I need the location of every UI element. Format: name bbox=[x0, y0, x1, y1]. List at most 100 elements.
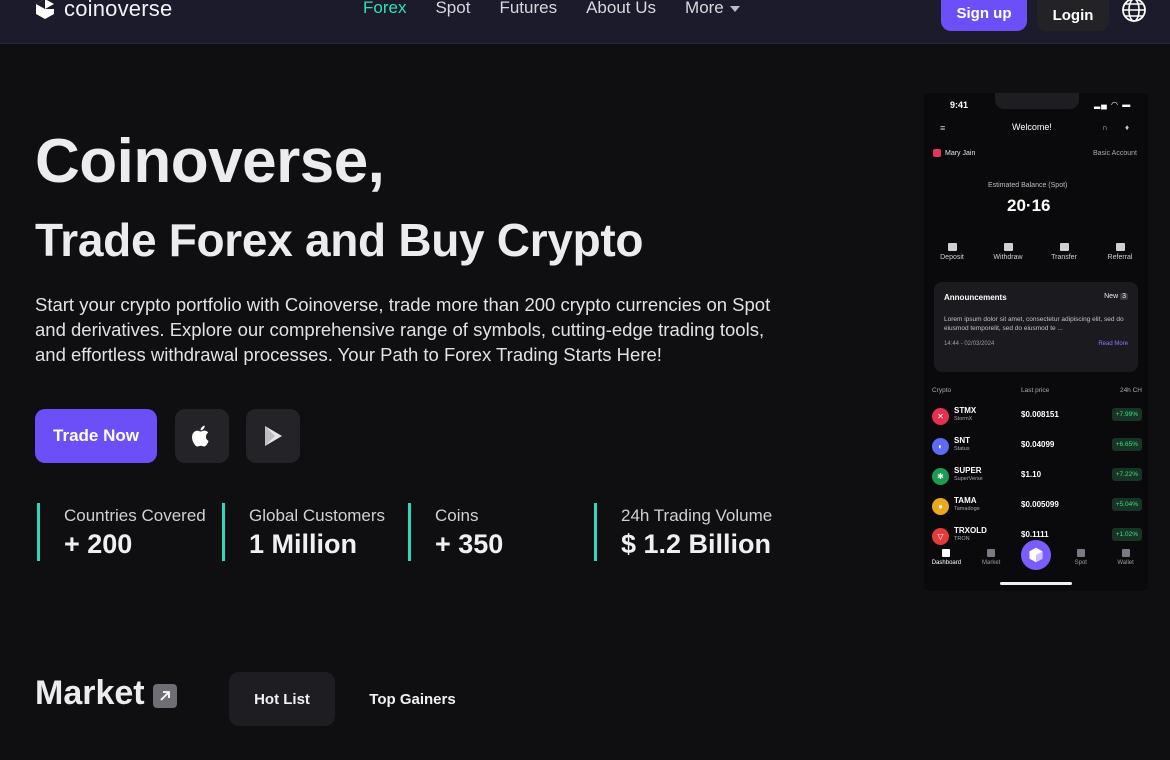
menu-icon: ≡ bbox=[940, 123, 946, 133]
coin-symbol: TRXOLD bbox=[954, 526, 987, 535]
market-heading[interactable]: Market bbox=[35, 674, 177, 713]
tab-dashboard: Dashboard bbox=[924, 549, 969, 566]
arrow-up-right-icon bbox=[152, 683, 177, 708]
user-avatar-icon bbox=[933, 149, 941, 157]
coin-change-badge: +5.04% bbox=[1111, 498, 1142, 511]
tab-top-gainers[interactable]: Top Gainers bbox=[355, 672, 470, 726]
coin-symbol: STMX bbox=[954, 406, 977, 415]
nav-futures[interactable]: Futures bbox=[499, 0, 557, 18]
main-nav: Forex Spot Futures About Us More bbox=[363, 0, 740, 18]
col-24h-change: 24h CH bbox=[1119, 387, 1142, 394]
market-title: Market bbox=[35, 674, 145, 712]
stat-volume: 24h Trading Volume $ 1.2 Billion bbox=[594, 503, 772, 561]
dashboard-icon bbox=[942, 549, 951, 557]
phone-user-name: Mary Jain bbox=[945, 149, 976, 157]
coin-icon: ✱ bbox=[932, 468, 949, 485]
stat-value: + 200 bbox=[64, 529, 133, 559]
google-play-icon bbox=[265, 426, 282, 446]
nav-more[interactable]: More bbox=[685, 0, 740, 18]
stat-label: 24h Trading Volume bbox=[621, 506, 773, 525]
action-label: Deposit bbox=[940, 254, 964, 261]
stat-label: Coins bbox=[435, 506, 479, 525]
action-label: Transfer bbox=[1051, 254, 1077, 261]
brand-logo[interactable]: coinoverse bbox=[34, 0, 172, 22]
announcements-card: Announcements New 3 Lorem ipsum dolor si… bbox=[934, 282, 1138, 372]
app-store-button[interactable] bbox=[175, 409, 229, 463]
phone-mockup: 9:41 ▂▄ ◠ ▬ ≡ Welcome! ∩ ♦ Mary Jain Bas… bbox=[924, 93, 1148, 591]
balance-label: Estimated Balance (Spot) bbox=[988, 182, 1068, 189]
coin-symbol: TAMA bbox=[954, 496, 977, 505]
tab-wallet: Wallet bbox=[1103, 549, 1148, 566]
signup-button[interactable]: Sign up bbox=[941, 0, 1027, 31]
center-action-cube-icon bbox=[1021, 540, 1051, 570]
coin-name: Tamadoge bbox=[954, 506, 980, 512]
new-label: New bbox=[1104, 293, 1119, 300]
home-indicator bbox=[1000, 582, 1072, 585]
tab-spot: Spot bbox=[1058, 549, 1103, 566]
nav-forex[interactable]: Forex bbox=[363, 0, 406, 18]
coin-change-badge: +7.99% bbox=[1111, 408, 1142, 421]
chevron-down-icon bbox=[729, 6, 740, 12]
coin-change-badge: +1.02% bbox=[1111, 528, 1142, 541]
referral-icon bbox=[1115, 243, 1125, 251]
announcement-date: 14:44 - 02/03/2024 bbox=[944, 341, 995, 347]
crypto-row: ● TAMA Tamadoge $0.005099 +5.04% bbox=[932, 494, 1142, 518]
crypto-row: ✕ STMX StormX $0.008151 +7.99% bbox=[932, 404, 1142, 428]
tab-label: Market bbox=[982, 560, 1001, 566]
phone-user: Mary Jain bbox=[933, 149, 975, 157]
announcement-body: Lorem ipsum dolor sit amet, consectetur … bbox=[944, 316, 1124, 332]
tab-hot-list[interactable]: Hot List bbox=[229, 672, 335, 726]
phone-time: 9:41 bbox=[950, 100, 969, 110]
tab-market: Market bbox=[969, 549, 1014, 566]
coin-name: SuperVerse bbox=[954, 476, 983, 482]
hero-subtitle: Trade Forex and Buy Crypto bbox=[35, 214, 644, 266]
transfer-action: Transfer bbox=[1036, 243, 1092, 261]
stat-value: 1 Million bbox=[249, 529, 357, 559]
nav-spot[interactable]: Spot bbox=[435, 0, 470, 18]
hero-description: Start your crypto portfolio with Coinove… bbox=[35, 294, 771, 365]
top-navbar: coinoverse Forex Spot Futures About Us M… bbox=[0, 0, 1170, 44]
wallet-icon bbox=[1121, 549, 1130, 557]
coin-change-badge: +7.22% bbox=[1111, 468, 1142, 481]
col-crypto: Crypto bbox=[932, 387, 952, 394]
stat-label: Countries Covered bbox=[64, 506, 206, 525]
stat-label: Global Customers bbox=[249, 506, 386, 525]
deposit-action: Deposit bbox=[924, 243, 980, 261]
action-label: Withdraw bbox=[993, 254, 1023, 261]
new-count-badge: 3 bbox=[1120, 293, 1128, 300]
bell-icon: ♦ bbox=[1125, 123, 1130, 132]
tab-label: Dashboard bbox=[931, 560, 962, 566]
coin-price: $0.008151 bbox=[1021, 410, 1059, 419]
market-icon bbox=[987, 549, 996, 557]
spot-icon bbox=[1076, 549, 1085, 557]
coin-price: $1.10 bbox=[1021, 470, 1042, 479]
stat-customers: Global Customers 1 Million bbox=[222, 503, 385, 561]
login-button[interactable]: Login bbox=[1037, 0, 1109, 31]
stat-coins: Coins + 350 bbox=[408, 503, 503, 561]
nav-about-us[interactable]: About Us bbox=[586, 0, 656, 18]
deposit-icon bbox=[947, 243, 957, 251]
coin-name: TRON bbox=[954, 536, 970, 542]
trade-now-button[interactable]: Trade Now bbox=[35, 409, 157, 463]
stat-countries: Countries Covered + 200 bbox=[37, 503, 206, 561]
phone-actions: Deposit Withdraw Transfer Referral bbox=[924, 243, 1148, 261]
phone-notch bbox=[995, 93, 1079, 109]
transfer-icon bbox=[1059, 243, 1069, 251]
nav-more-label: More bbox=[685, 0, 724, 17]
google-play-button[interactable] bbox=[246, 409, 300, 463]
globe-icon[interactable] bbox=[1121, 0, 1147, 23]
balance-value: 20·16 bbox=[1007, 196, 1051, 215]
coin-symbol: SUPER bbox=[954, 466, 982, 475]
announcements-new: New 3 bbox=[1104, 293, 1128, 300]
announcements-title: Announcements bbox=[944, 293, 1007, 302]
crypto-row: ✱ SUPER SuperVerse $1.10 +7.22% bbox=[932, 464, 1142, 488]
brand-name: coinoverse bbox=[64, 0, 173, 21]
signal-wifi-battery-icon: ▂▄ ◠ ▬ bbox=[1094, 100, 1132, 109]
apple-icon bbox=[192, 425, 209, 447]
stat-value: $ 1.2 Billion bbox=[621, 529, 772, 559]
coin-symbol: SNT bbox=[954, 436, 970, 445]
referral-action: Referral bbox=[1092, 243, 1148, 261]
coin-name: StormX bbox=[954, 416, 973, 422]
coin-price: $0.005099 bbox=[1021, 500, 1059, 509]
crypto-row: ◐ SNT Status $0.04099 +6.65% bbox=[932, 434, 1142, 458]
